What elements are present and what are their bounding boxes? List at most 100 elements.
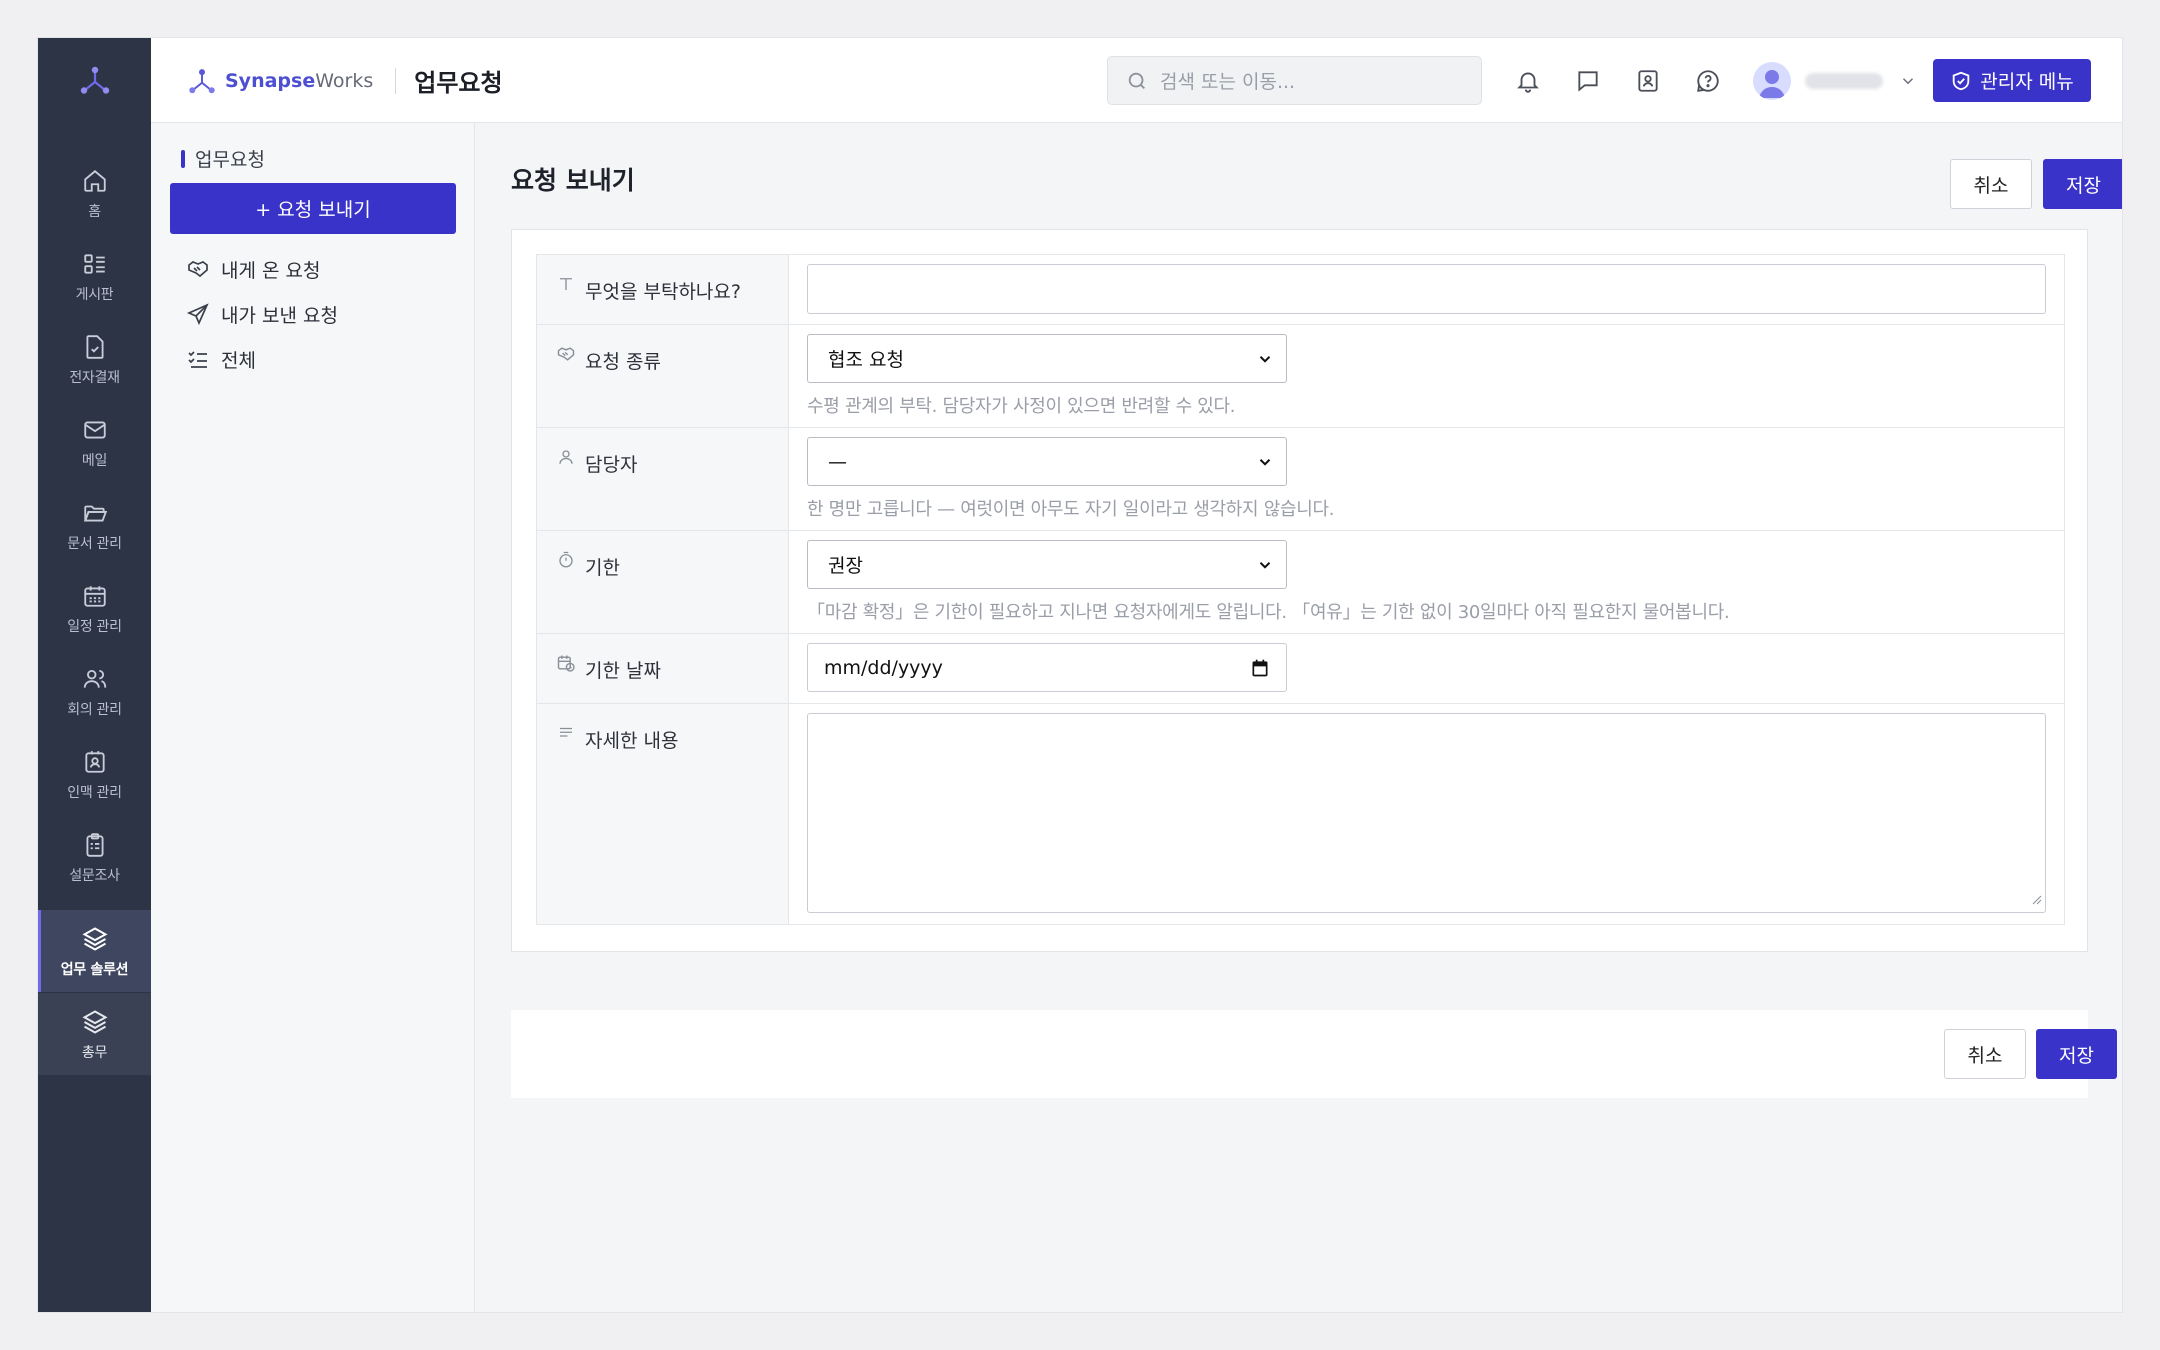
admin-menu-button[interactable]: 관리자 메뉴 — [1933, 59, 2091, 102]
form-row-deadline: 기한 권장 「마감 확정」은 기한이 필요하고 지나면 요청자에게도 알립니다.… — [537, 531, 2064, 634]
rail-item-approval[interactable]: 전자결재 — [38, 318, 151, 400]
resize-grip-icon[interactable] — [2030, 890, 2042, 909]
brand-name-strong: Synapse — [225, 69, 316, 92]
admin-menu-label: 관리자 메뉴 — [1980, 71, 2074, 93]
rail-label: 총무 — [81, 1044, 108, 1061]
date-placeholder: mm/dd/yyyy — [824, 656, 943, 679]
footer-cancel-button[interactable]: 취소 — [1944, 1029, 2026, 1079]
deadline-value: 권장 — [828, 555, 863, 577]
rail-item-contacts[interactable]: 인맥 관리 — [38, 733, 151, 815]
align-left-icon — [555, 722, 577, 744]
contact-icon — [80, 747, 110, 777]
rail-item-meetings[interactable]: 회의 관리 — [38, 650, 151, 732]
user-name-redacted — [1805, 73, 1883, 89]
help-icon[interactable] — [1693, 66, 1723, 96]
layers-icon — [80, 1007, 110, 1037]
app-logo[interactable] — [38, 58, 151, 102]
rail-item-general-affairs[interactable]: 총무 — [38, 993, 151, 1075]
text-type-icon — [555, 273, 577, 295]
subnav-item-received[interactable]: 내게 온 요청 — [185, 251, 320, 287]
subnav-item-sent[interactable]: 내가 보낸 요청 — [185, 296, 338, 332]
subnav: 업무요청 + 요청 보내기 내게 온 요청 내가 보낸 요청 전체 — [151, 123, 475, 1312]
user-menu[interactable] — [1753, 59, 1917, 103]
cancel-button[interactable]: 취소 — [1950, 159, 2032, 209]
rail-label: 설문조사 — [69, 867, 120, 884]
brand-logo-icon[interactable] — [187, 66, 217, 96]
brand-divider — [395, 67, 397, 94]
subnav-item-label: 전체 — [221, 349, 256, 372]
assignee-value: — — [828, 450, 847, 473]
deadline-field: 권장 「마감 확정」은 기한이 필요하고 지나면 요청자에게도 알립니다. 「여… — [789, 531, 2064, 633]
layers-icon — [80, 924, 110, 954]
search-icon — [1126, 70, 1148, 92]
date-input[interactable]: mm/dd/yyyy — [807, 643, 1287, 692]
rail-item-work-solution[interactable]: 업무 솔루션 — [38, 910, 151, 992]
subnav-item-all[interactable]: 전체 — [185, 341, 256, 377]
rail-item-schedule[interactable]: 일정 관리 — [38, 567, 151, 649]
approval-icon — [80, 332, 110, 362]
form-footer: 취소 저장 — [511, 1010, 2117, 1098]
form-table: 무엇을 부탁하나요? 요청 종류 협조 요청 수평 관계의 부탁. 담당자가 사… — [536, 254, 2065, 925]
detail-label: 자세한 내용 — [537, 704, 789, 924]
deadline-select[interactable]: 권장 — [807, 540, 1287, 589]
rail-item-documents[interactable]: 문서 관리 — [38, 484, 151, 566]
shield-check-icon — [1950, 70, 1972, 92]
bell-icon[interactable] — [1513, 66, 1543, 96]
timer-icon — [555, 549, 577, 571]
request-type-value: 협조 요청 — [828, 349, 904, 371]
brand: SynapseWorks 업무요청 — [187, 38, 503, 123]
rail-label: 게시판 — [75, 286, 114, 303]
rail-item-board[interactable]: 게시판 — [38, 235, 151, 317]
new-request-button[interactable]: + 요청 보내기 — [170, 183, 456, 234]
folder-icon — [80, 498, 110, 528]
form-row-subject: 무엇을 부탁하나요? — [537, 255, 2064, 325]
calendar-icon — [80, 581, 110, 611]
clipboard-icon — [80, 830, 110, 860]
checklist-icon — [185, 346, 211, 372]
type-hint: 수평 관계의 부탁. 담당자가 사정이 있으면 반려할 수 있다. — [807, 396, 1236, 417]
rail-item-mail[interactable]: 메일 — [38, 401, 151, 483]
subnav-item-label: 내게 온 요청 — [221, 259, 321, 282]
type-field: 협조 요청 수평 관계의 부탁. 담당자가 사정이 있으면 반려할 수 있다. — [789, 325, 2064, 427]
search-input[interactable]: 검색 또는 이동... — [1107, 56, 1482, 105]
board-icon — [80, 249, 110, 279]
detail-label-text: 자세한 내용 — [585, 730, 679, 752]
detail-textarea[interactable] — [807, 713, 2046, 913]
save-button[interactable]: 저장 — [2043, 159, 2122, 209]
form-row-assignee: 담당자 — 한 명만 고릅니다 — 여럿이면 아무도 자기 일이라고 생각하지 … — [537, 428, 2064, 531]
assignee-select[interactable]: — — [807, 437, 1287, 486]
brand-name: SynapseWorks — [225, 70, 373, 92]
subnav-item-label: 내가 보낸 요청 — [221, 304, 338, 327]
home-icon — [80, 166, 110, 196]
type-label: 요청 종류 — [537, 325, 789, 427]
handshake-icon — [555, 343, 577, 365]
calendar-icon[interactable] — [1250, 658, 1270, 678]
subject-input[interactable] — [807, 264, 2046, 314]
send-icon — [185, 301, 211, 327]
form-title: 요청 보내기 — [511, 166, 635, 195]
deadline-hint: 「마감 확정」은 기한이 필요하고 지나면 요청자에게도 알립니다. 「여유」는… — [807, 602, 1730, 623]
app-window: 홈 게시판 전자결재 메일 문서 관리 일정 관리 회의 관리 인맥 관리 설문… — [37, 37, 2123, 1313]
rail-label: 회의 관리 — [67, 701, 122, 718]
chat-icon[interactable] — [1573, 66, 1603, 96]
rail-label: 인맥 관리 — [67, 784, 122, 801]
form-row-detail: 자세한 내용 — [537, 704, 2064, 924]
deadline-label: 기한 — [537, 531, 789, 633]
assignee-label: 담당자 — [537, 428, 789, 530]
mail-icon — [80, 415, 110, 445]
contact-book-icon[interactable] — [1633, 66, 1663, 96]
top-header: SynapseWorks 업무요청 검색 또는 이동... 관리자 메뉴 — [151, 38, 2122, 123]
section-marker — [181, 149, 185, 168]
assignee-label-text: 담당자 — [585, 454, 638, 476]
handshake-icon — [185, 256, 211, 282]
rail-item-home[interactable]: 홈 — [38, 152, 151, 234]
main-nav-rail: 홈 게시판 전자결재 메일 문서 관리 일정 관리 회의 관리 인맥 관리 설문… — [38, 38, 151, 1312]
assignee-hint: 한 명만 고릅니다 — 여럿이면 아무도 자기 일이라고 생각하지 않습니다. — [807, 499, 1335, 520]
request-type-select[interactable]: 협조 요청 — [807, 334, 1287, 383]
page-title: 업무요청 — [414, 69, 503, 97]
rail-item-survey[interactable]: 설문조사 — [38, 816, 151, 898]
date-field: mm/dd/yyyy — [789, 634, 2064, 703]
user-icon — [555, 446, 577, 468]
request-form: 무엇을 부탁하나요? 요청 종류 협조 요청 수평 관계의 부탁. 담당자가 사… — [511, 229, 2088, 952]
footer-save-button[interactable]: 저장 — [2036, 1029, 2117, 1079]
